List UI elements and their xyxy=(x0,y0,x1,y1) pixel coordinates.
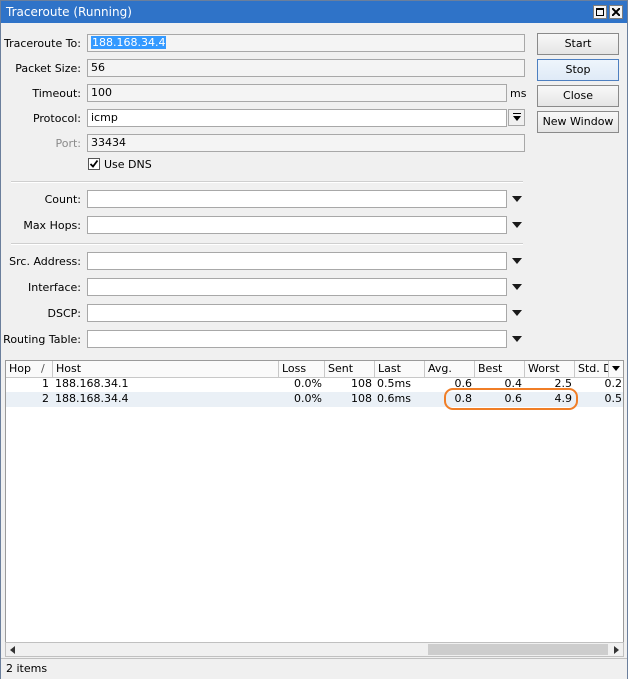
timeout-input[interactable]: 100 xyxy=(87,84,507,102)
interface-label: Interface: xyxy=(28,281,81,294)
column-host[interactable]: Host xyxy=(53,361,279,377)
annotation-highlight xyxy=(444,388,578,410)
column-avg[interactable]: Avg. xyxy=(425,361,475,377)
status-bar: 2 items xyxy=(1,658,627,679)
interface-dropdown-icon[interactable] xyxy=(512,284,522,290)
scroll-right-icon[interactable] xyxy=(614,646,619,654)
traceroute-to-value: 188.168.34.4 xyxy=(91,36,167,49)
count-dropdown-icon[interactable] xyxy=(512,196,522,202)
stop-button[interactable]: Stop xyxy=(537,59,619,81)
new-window-button[interactable]: New Window xyxy=(537,111,619,133)
scrollbar-thumb[interactable] xyxy=(428,644,608,655)
close-button[interactable]: Close xyxy=(537,85,619,107)
src-address-dropdown-icon[interactable] xyxy=(512,258,522,264)
start-button[interactable]: Start xyxy=(537,33,619,55)
max-hops-input[interactable] xyxy=(87,216,507,234)
timeout-label: Timeout: xyxy=(32,87,81,100)
title-bar[interactable]: Traceroute (Running) xyxy=(1,1,627,23)
max-hops-label: Max Hops: xyxy=(23,219,81,232)
timeout-value: 100 xyxy=(91,86,112,99)
cell-host: 188.168.34.1 xyxy=(55,377,129,390)
traceroute-window: Traceroute (Running) Traceroute To: 188.… xyxy=(0,0,628,679)
checkmark-icon xyxy=(89,159,99,168)
cell-loss: 0.0% xyxy=(294,392,322,405)
src-address-label: Src. Address: xyxy=(9,255,81,268)
max-hops-dropdown-icon[interactable] xyxy=(512,222,522,228)
table-header: Hop / Host Loss Sent Last Avg. Best Wors… xyxy=(6,361,623,378)
port-value: 33434 xyxy=(91,136,126,149)
column-sent[interactable]: Sent xyxy=(325,361,375,377)
cell-std-dev: 0.2 xyxy=(604,377,623,390)
item-count: 2 items xyxy=(6,662,48,675)
horizontal-scrollbar[interactable] xyxy=(5,642,624,657)
interface-input[interactable] xyxy=(87,278,507,296)
column-hop-label: Hop xyxy=(9,362,31,375)
divider xyxy=(11,243,523,245)
use-dns-label: Use DNS xyxy=(104,158,152,171)
protocol-value: icmp xyxy=(91,111,118,124)
cell-loss: 0.0% xyxy=(294,377,322,390)
dscp-dropdown-icon[interactable] xyxy=(512,310,522,316)
cell-sent: 108 xyxy=(351,377,372,390)
count-label: Count: xyxy=(44,193,81,206)
packet-size-label: Packet Size: xyxy=(15,62,81,75)
column-worst[interactable]: Worst xyxy=(525,361,575,377)
cell-sent: 108 xyxy=(351,392,372,405)
routing-table-input[interactable] xyxy=(87,330,507,348)
cell-last: 0.6ms xyxy=(377,392,411,405)
window-title: Traceroute (Running) xyxy=(6,5,132,19)
cell-last: 0.5ms xyxy=(377,377,411,390)
dscp-label: DSCP: xyxy=(47,307,81,320)
cell-std-dev: 0.5 xyxy=(604,392,623,405)
timeout-unit: ms xyxy=(510,87,527,100)
traceroute-to-input[interactable]: 188.168.34.4 xyxy=(87,34,525,52)
port-input[interactable]: 33434 xyxy=(87,134,525,152)
protocol-dropdown-icon[interactable] xyxy=(508,109,525,126)
maximize-icon[interactable] xyxy=(593,5,607,19)
routing-table-dropdown-icon[interactable] xyxy=(512,336,522,342)
column-hop[interactable]: Hop / xyxy=(6,361,53,377)
use-dns-checkbox[interactable] xyxy=(88,158,100,170)
close-icon[interactable] xyxy=(609,5,623,19)
column-std-dev[interactable]: Std. De xyxy=(575,361,609,377)
protocol-select[interactable]: icmp xyxy=(87,109,507,127)
traceroute-to-label: Traceroute To: xyxy=(3,37,81,50)
column-last[interactable]: Last xyxy=(375,361,425,377)
column-menu-dropdown-icon[interactable] xyxy=(612,366,620,371)
port-label: Port: xyxy=(55,137,81,150)
packet-size-value: 56 xyxy=(91,61,105,74)
cell-hop: 2 xyxy=(42,392,49,405)
protocol-label: Protocol: xyxy=(32,112,81,125)
column-loss[interactable]: Loss xyxy=(279,361,325,377)
count-input[interactable] xyxy=(87,190,507,208)
packet-size-input[interactable]: 56 xyxy=(87,59,525,77)
sort-indicator-icon: / xyxy=(41,362,45,375)
routing-table-label: Routing Table: xyxy=(3,333,81,346)
cell-host: 188.168.34.4 xyxy=(55,392,129,405)
scroll-left-icon[interactable] xyxy=(10,646,15,654)
dscp-input[interactable] xyxy=(87,304,507,322)
divider xyxy=(11,181,523,183)
cell-hop: 1 xyxy=(42,377,49,390)
src-address-input[interactable] xyxy=(87,252,507,270)
column-best[interactable]: Best xyxy=(475,361,525,377)
